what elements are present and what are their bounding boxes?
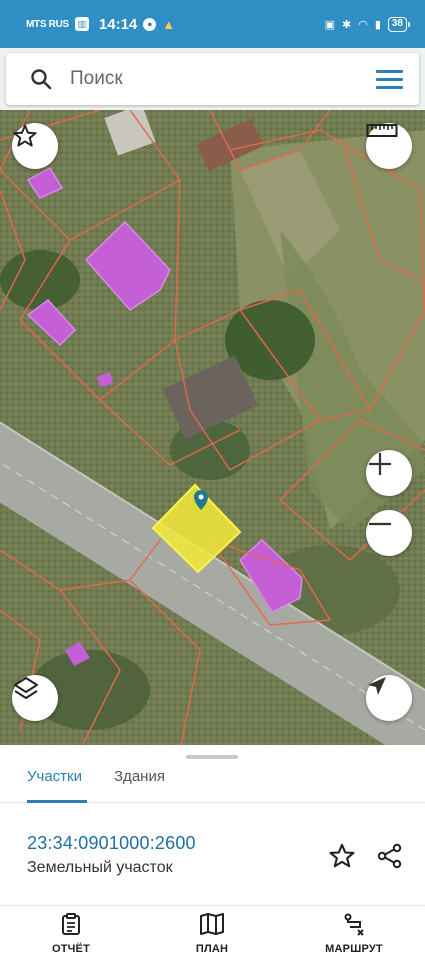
ruler-button[interactable] (366, 123, 412, 169)
notification-icon: ▲ (162, 16, 176, 32)
status-bar: MTS RUS ▥ 14:14 ● ▲ ▣ ✱ ◠ ▮ 38 (0, 0, 425, 48)
zoom-in-button[interactable] (366, 450, 412, 496)
parcel-type: Земельный участок (27, 859, 173, 876)
sheet-drag-handle[interactable] (186, 755, 238, 759)
tab-parcels[interactable]: Участки (27, 768, 82, 785)
cadastral-number[interactable]: 23:34:0901000:2600 (27, 833, 196, 854)
zoom-out-icon (369, 522, 391, 526)
active-tab-indicator (27, 800, 87, 803)
nfc-icon: ▣ (324, 18, 335, 31)
nav-report[interactable]: ОТЧЁТ (21, 912, 121, 955)
vpn-icon: ● (143, 17, 157, 31)
map-view[interactable] (0, 110, 425, 750)
tab-buildings[interactable]: Здания (114, 768, 165, 785)
bluetooth-icon: ✱ (341, 18, 352, 31)
favorite-map-button[interactable] (12, 123, 58, 169)
star-outline-icon (13, 124, 37, 147)
clipboard-icon (62, 913, 80, 935)
zoom-out-button[interactable] (366, 510, 412, 556)
nav-route[interactable]: МАРШРУТ (304, 912, 404, 955)
tab-bar: Участки Здания (0, 763, 425, 803)
search-area: Поиск (0, 48, 425, 110)
layers-button[interactable] (12, 675, 58, 721)
locate-button[interactable] (366, 675, 412, 721)
nav-route-label: МАРШРУТ (325, 943, 383, 955)
signal-icon: ▮ (374, 18, 381, 31)
menu-icon[interactable] (376, 69, 403, 89)
nav-plan[interactable]: ПЛАН (162, 912, 262, 955)
battery-indicator: 38 (387, 16, 411, 32)
bottom-sheet: Участки Здания 23:34:0901000:2600 Земель… (0, 745, 425, 905)
ruler-icon (366, 124, 398, 137)
navigation-arrow-icon (368, 677, 386, 695)
clock: 14:14 (98, 15, 138, 33)
volte-icon: ▥ (74, 17, 89, 31)
search-bar[interactable]: Поиск (6, 53, 419, 105)
layers-icon (14, 677, 38, 699)
search-icon[interactable] (30, 68, 52, 90)
satellite-map (0, 110, 425, 750)
zoom-in-icon (369, 453, 391, 475)
share-button[interactable] (375, 841, 405, 871)
route-icon (344, 913, 364, 936)
bottom-navigation: ОТЧЁТ ПЛАН МАРШРУТ (0, 905, 425, 960)
nav-report-label: ОТЧЁТ (51, 943, 91, 955)
carrier-name: MTS RUS (26, 18, 69, 30)
star-outline-icon (329, 843, 355, 868)
search-input[interactable]: Поиск (70, 68, 376, 90)
share-icon (377, 843, 402, 869)
nav-plan-label: ПЛАН (195, 943, 229, 955)
favorite-parcel-button[interactable] (327, 841, 357, 871)
wifi-icon: ◠ (358, 18, 368, 31)
map-icon (200, 913, 224, 935)
